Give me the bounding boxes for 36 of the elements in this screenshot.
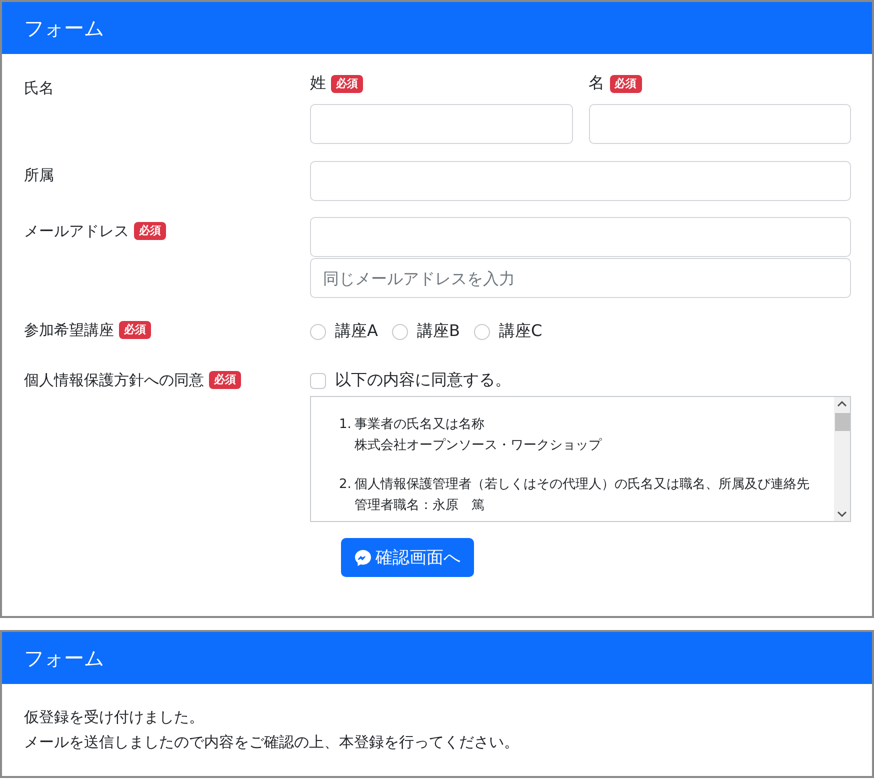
course-radio[interactable]: 講座B [392, 321, 460, 342]
form-title: フォーム [24, 14, 104, 42]
email-field[interactable] [310, 217, 851, 257]
required-badge: 必須 [134, 222, 166, 240]
name-field[interactable] [310, 104, 572, 144]
chat-bubble-icon [354, 548, 372, 566]
required-badge: 必須 [331, 74, 363, 92]
email-confirm-field[interactable]: 同じメールアドレスを入力 [310, 258, 851, 298]
list-number: 1. [339, 416, 352, 434]
required-badge: 必須 [610, 74, 642, 92]
course-radio[interactable]: 講座A [310, 321, 378, 342]
name-field[interactable] [588, 104, 851, 144]
field-label: 所属 [24, 165, 54, 185]
message-text: メールを送信しましたので内容をご確認の上、本登録を行ってください。 [24, 732, 520, 753]
field-label: 姓 [310, 72, 326, 94]
field-label: 個人情報保護方針への同意 [24, 370, 204, 390]
form-title: フォーム [24, 644, 104, 672]
required-badge: 必須 [209, 371, 241, 389]
policy-text: 株式会社オープンソース・ワークショップ [354, 437, 603, 455]
required-badge: 必須 [119, 321, 151, 339]
confirm-button[interactable]: 確認画面へ [340, 538, 474, 577]
policy-text: 管理者職名：永原 篤 [354, 497, 486, 515]
policy-text: 事業者の氏名又は名称 [354, 416, 486, 434]
scroll-thumb[interactable] [834, 413, 850, 431]
field-label: 名 [588, 72, 604, 94]
affiliation-field[interactable] [310, 161, 851, 201]
policy-text: 個人情報保護管理者（若しくはその代理人）の氏名又は職名、所属及び連絡先 [354, 476, 810, 494]
course-radio[interactable]: 講座C [474, 321, 542, 342]
list-number: 2. [339, 476, 352, 494]
field-label: 参加希望講座 [24, 320, 114, 340]
message-text: 仮登録を受け付けました。 [24, 707, 205, 728]
policy-textbox[interactable]: 1. 事業者の氏名又は名称 株式会社オープンソース・ワークショップ 2. 個人情報保護管理者（若しくはその代理人）の氏名又は職名、所属及び連絡先 管理者職名：永原 篤 [310, 396, 851, 522]
field-label: メールアドレス [24, 221, 129, 241]
consent-checkbox[interactable]: 以下の内容に同意する。 [310, 370, 511, 391]
field-label: 氏名 [24, 78, 54, 98]
scrollbar[interactable] [834, 397, 850, 521]
